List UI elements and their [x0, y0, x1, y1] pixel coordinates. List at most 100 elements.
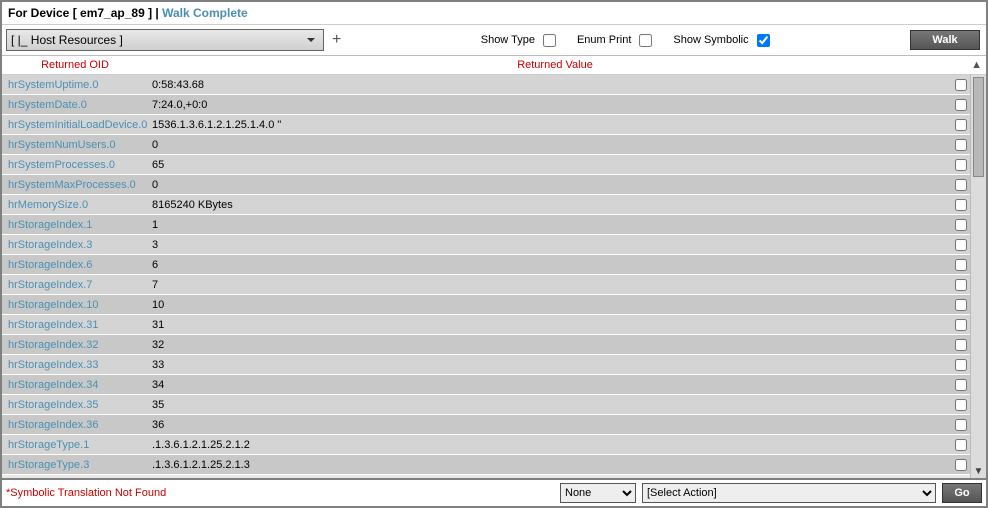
row-checkbox[interactable] [955, 299, 967, 311]
oid-cell[interactable]: hrStorageIndex.36 [8, 419, 148, 431]
value-cell: 10 [148, 299, 950, 311]
add-mib-button[interactable]: + [330, 31, 343, 49]
mib-select-text: [ |_ Host Resources ] [11, 33, 123, 47]
row-checkbox[interactable] [955, 359, 967, 371]
oid-cell[interactable]: hrStorageIndex.34 [8, 379, 148, 391]
chevron-down-icon [303, 32, 319, 48]
value-cell: 35 [148, 399, 950, 411]
oid-cell[interactable]: hrStorageType.1 [8, 439, 148, 451]
table-row[interactable]: hrSystemProcesses.065 [2, 155, 970, 175]
oid-cell[interactable]: hrSystemUptime.0 [8, 79, 148, 91]
show-type-option[interactable]: Show Type [481, 31, 559, 50]
go-button[interactable]: Go [942, 483, 982, 503]
row-checkbox-cell [950, 216, 970, 234]
show-type-label: Show Type [481, 34, 535, 46]
row-checkbox-cell [950, 396, 970, 414]
table-row[interactable]: hrSystemDate.07:24.0,+0:0 [2, 95, 970, 115]
row-checkbox[interactable] [955, 459, 967, 471]
enum-print-label: Enum Print [577, 34, 631, 46]
enum-print-option[interactable]: Enum Print [577, 31, 655, 50]
row-checkbox[interactable] [955, 439, 967, 451]
oid-cell[interactable]: hrSystemDate.0 [8, 99, 148, 111]
row-checkbox[interactable] [955, 219, 967, 231]
table-row[interactable]: hrStorageType.3.1.3.6.1.2.1.25.2.1.3 [2, 455, 970, 475]
table-row[interactable]: hrStorageType.1.1.3.6.1.2.1.25.2.1.2 [2, 435, 970, 455]
scroll-up-icon[interactable]: ▲ [962, 59, 986, 71]
walk-status: Walk Complete [162, 6, 248, 20]
value-cell: 1536.1.3.6.1.2.1.25.1.4.0 " [148, 119, 950, 131]
oid-cell[interactable]: hrSystemProcesses.0 [8, 159, 148, 171]
row-checkbox[interactable] [955, 419, 967, 431]
row-checkbox[interactable] [955, 159, 967, 171]
enum-print-checkbox[interactable] [639, 34, 652, 47]
row-checkbox[interactable] [955, 319, 967, 331]
title-suffix: ] | [145, 6, 162, 20]
device-name: em7_ap_89 [80, 6, 145, 20]
show-symbolic-option[interactable]: Show Symbolic [673, 31, 772, 50]
oid-cell[interactable]: hrStorageIndex.6 [8, 259, 148, 271]
table-row[interactable]: hrStorageIndex.3232 [2, 335, 970, 355]
show-symbolic-label: Show Symbolic [673, 34, 748, 46]
mib-select[interactable]: [ |_ Host Resources ] [6, 29, 324, 51]
table-row[interactable]: hrSystemInitialLoadDevice.01536.1.3.6.1.… [2, 115, 970, 135]
oid-cell[interactable]: hrSystemMaxProcesses.0 [8, 179, 148, 191]
table-row[interactable]: hrSystemNumUsers.00 [2, 135, 970, 155]
table-row[interactable]: hrStorageIndex.3636 [2, 415, 970, 435]
row-checkbox[interactable] [955, 179, 967, 191]
oid-cell[interactable]: hrStorageIndex.3 [8, 239, 148, 251]
table-row[interactable]: hrStorageIndex.3535 [2, 395, 970, 415]
table-row[interactable]: hrStorageIndex.33 [2, 235, 970, 255]
row-checkbox[interactable] [955, 79, 967, 91]
row-checkbox-cell [950, 196, 970, 214]
oid-cell[interactable]: hrStorageIndex.33 [8, 359, 148, 371]
value-cell: 0 [148, 179, 950, 191]
table-row[interactable]: hrMemorySize.08165240 KBytes [2, 195, 970, 215]
table-row[interactable]: hrSystemMaxProcesses.00 [2, 175, 970, 195]
table-row[interactable]: hrSystemUptime.00:58:43.68 [2, 75, 970, 95]
scrollbar-thumb[interactable] [973, 77, 984, 177]
vertical-scrollbar[interactable]: ▼ [970, 75, 986, 478]
oid-cell[interactable]: hrStorageIndex.1 [8, 219, 148, 231]
row-checkbox-cell [950, 296, 970, 314]
row-checkbox[interactable] [955, 139, 967, 151]
row-checkbox-cell [950, 136, 970, 154]
scroll-down-icon[interactable]: ▼ [971, 464, 986, 478]
oid-cell[interactable]: hrStorageIndex.32 [8, 339, 148, 351]
row-checkbox-cell [950, 356, 970, 374]
oid-cell[interactable]: hrStorageType.3 [8, 459, 148, 471]
show-type-checkbox[interactable] [543, 34, 556, 47]
row-checkbox[interactable] [955, 199, 967, 211]
oid-cell[interactable]: hrMemorySize.0 [8, 199, 148, 211]
value-cell: 32 [148, 339, 950, 351]
table-row[interactable]: hrStorageIndex.66 [2, 255, 970, 275]
oid-cell[interactable]: hrSystemInitialLoadDevice.0 [8, 119, 148, 131]
table-row[interactable]: hrStorageIndex.3333 [2, 355, 970, 375]
value-cell: 31 [148, 319, 950, 331]
none-select[interactable]: None [560, 483, 636, 503]
value-cell: 1 [148, 219, 950, 231]
table-row[interactable]: hrStorageIndex.11 [2, 215, 970, 235]
title-bar: For Device [ em7_ap_89 ] | Walk Complete [2, 2, 986, 25]
oid-cell[interactable]: hrStorageIndex.31 [8, 319, 148, 331]
row-checkbox[interactable] [955, 379, 967, 391]
oid-cell[interactable]: hrStorageIndex.35 [8, 399, 148, 411]
value-cell: 34 [148, 379, 950, 391]
row-checkbox[interactable] [955, 399, 967, 411]
table-row[interactable]: hrStorageIndex.3131 [2, 315, 970, 335]
table-row[interactable]: hrStorageIndex.3434 [2, 375, 970, 395]
row-checkbox-cell [950, 116, 970, 134]
action-select[interactable]: [Select Action] [642, 483, 936, 503]
row-checkbox[interactable] [955, 259, 967, 271]
row-checkbox[interactable] [955, 279, 967, 291]
show-symbolic-checkbox[interactable] [757, 34, 770, 47]
table-row[interactable]: hrStorageIndex.1010 [2, 295, 970, 315]
oid-cell[interactable]: hrStorageIndex.7 [8, 279, 148, 291]
oid-cell[interactable]: hrStorageIndex.10 [8, 299, 148, 311]
row-checkbox[interactable] [955, 99, 967, 111]
oid-cell[interactable]: hrSystemNumUsers.0 [8, 139, 148, 151]
table-row[interactable]: hrStorageIndex.77 [2, 275, 970, 295]
row-checkbox[interactable] [955, 239, 967, 251]
row-checkbox[interactable] [955, 339, 967, 351]
row-checkbox[interactable] [955, 119, 967, 131]
walk-button[interactable]: Walk [910, 30, 980, 50]
